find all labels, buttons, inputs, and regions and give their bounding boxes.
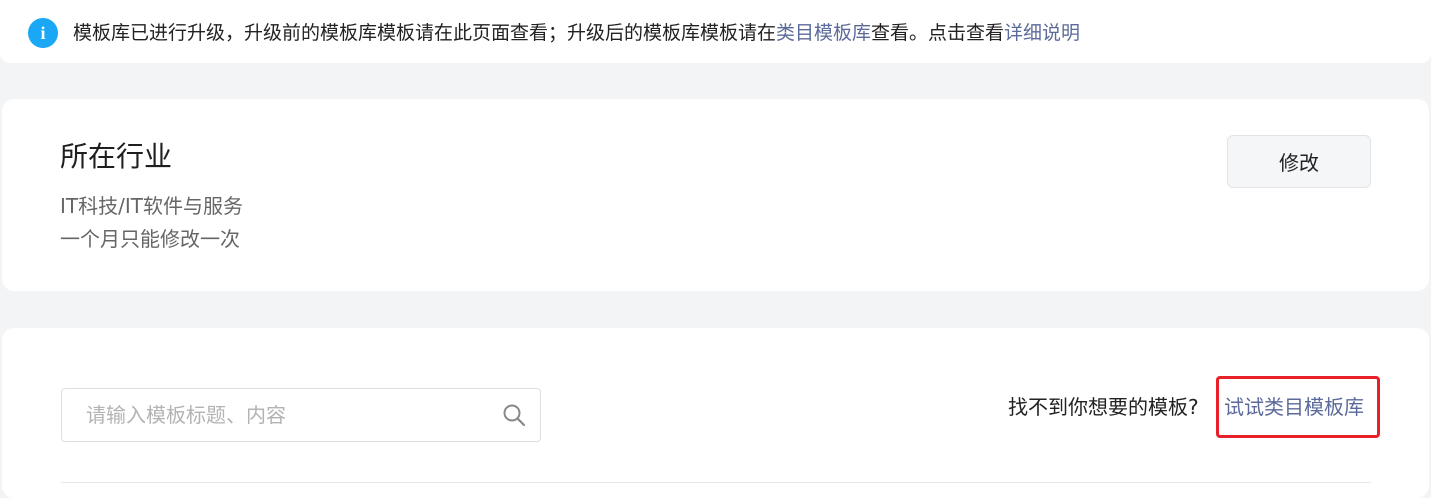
modify-button[interactable]: 修改 [1227, 135, 1371, 188]
notice-text: 模板库已进行升级，升级前的模板库模板请在此页面查看；升级后的模板库模板请在类目模… [73, 20, 1080, 46]
info-icon: i [28, 18, 58, 48]
details-link[interactable]: 详细说明 [1004, 22, 1080, 44]
category-library-link[interactable]: 类目模板库 [776, 22, 871, 44]
industry-hint: 一个月只能修改一次 [60, 227, 240, 251]
cant-find-text: 找不到你想要的模板? [1008, 395, 1199, 419]
search-icon[interactable] [502, 403, 526, 427]
industry-card: 所在行业 IT科技/IT软件与服务 一个月只能修改一次 修改 [2, 99, 1429, 291]
notice-text-part2: 查看。点击查看 [871, 22, 1005, 44]
divider [61, 482, 1371, 483]
search-box[interactable] [61, 388, 541, 442]
upgrade-notice-bar: i 模板库已进行升级，升级前的模板库模板请在此页面查看；升级后的模板库模板请在类… [0, 0, 1431, 63]
template-card: 找不到你想要的模板? 试试类目模板库 [2, 328, 1429, 498]
industry-value: IT科技/IT软件与服务 [60, 194, 243, 218]
search-input[interactable] [86, 389, 486, 441]
try-category-library-link[interactable]: 试试类目模板库 [1224, 393, 1364, 421]
industry-title: 所在行业 [60, 140, 173, 173]
notice-text-part1: 模板库已进行升级，升级前的模板库模板请在此页面查看；升级后的模板库模板请在 [73, 22, 777, 44]
